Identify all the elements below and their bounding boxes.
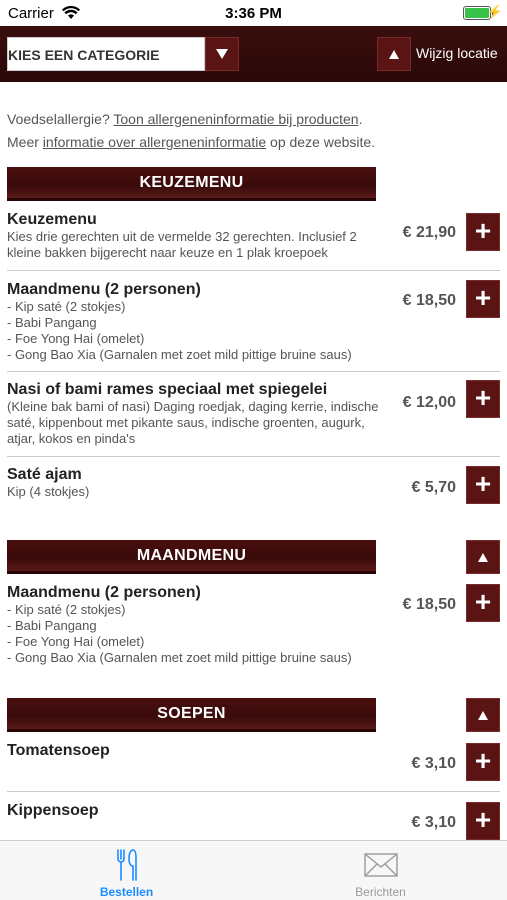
- menu-item: Maandmenu (2 personen) - Kip saté (2 sto…: [7, 583, 500, 669]
- menu-item: Keuzemenu Kies drie gerechten uit de ver…: [7, 210, 500, 268]
- section-header-maandmenu[interactable]: MAANDMENU: [7, 540, 376, 574]
- allergy-info-line1: Voedselallergie? Toon allergeneninformat…: [7, 111, 362, 127]
- tab-label: Berichten: [355, 885, 406, 899]
- item-description-line: - Kip saté (2 stokjes): [7, 602, 126, 617]
- tab-bestellen[interactable]: Bestellen: [0, 841, 253, 900]
- tab-label: Bestellen: [99, 885, 154, 899]
- status-bar: Carrier 3:36 PM ⚡: [0, 0, 507, 26]
- section-title: MAANDMENU: [136, 546, 247, 564]
- show-allergen-info-link[interactable]: Toon allergeneninformatie bij producten: [113, 111, 358, 127]
- chevron-down-icon: [216, 49, 228, 59]
- divider: [7, 456, 500, 457]
- collapse-section-button[interactable]: [466, 698, 500, 732]
- item-description: Kip (4 stokjes): [7, 484, 90, 499]
- chevron-up-icon: [478, 710, 488, 720]
- divider: [7, 270, 500, 271]
- tab-bar: Bestellen Berichten: [0, 840, 507, 900]
- section-header-keuzemenu[interactable]: KEUZEMENU: [7, 167, 376, 201]
- clock: 3:36 PM: [225, 5, 282, 22]
- item-price: € 18,50: [402, 292, 456, 309]
- item-price: € 18,50: [402, 596, 456, 613]
- add-to-cart-button[interactable]: +: [466, 584, 500, 622]
- envelope-icon: [363, 853, 398, 877]
- category-select-label: KIES EEN CATEGORIE: [8, 47, 160, 63]
- fork-knife-icon: [116, 849, 137, 881]
- section-title: SOEPEN: [157, 704, 226, 722]
- divider: [7, 371, 500, 372]
- item-description-line: - Gong Bao Xia (Garnalen met zoet mild p…: [7, 650, 352, 665]
- item-description: (Kleine bak bami of nasi) Daging roedjak…: [7, 399, 379, 446]
- chevron-up-icon: [389, 49, 399, 59]
- allergy-line2-end: op deze website.: [270, 134, 376, 150]
- collapse-section-button[interactable]: [466, 540, 500, 574]
- category-dropdown-button[interactable]: [205, 37, 239, 71]
- item-price: € 12,00: [402, 394, 456, 411]
- item-description-line: - Foe Yong Hai (omelet): [7, 634, 145, 649]
- item-description: Kies drie gerechten uit de vermelde 32 g…: [7, 229, 357, 260]
- item-price: € 5,70: [411, 479, 456, 496]
- allergy-more-label: Meer: [7, 134, 39, 150]
- allergy-line1-end: .: [358, 111, 363, 127]
- menu-item: Kippensoep € 3,10 +: [7, 801, 500, 840]
- top-bar: KIES EEN CATEGORIE Wijzig locatie: [0, 26, 507, 82]
- add-to-cart-button[interactable]: +: [466, 213, 500, 251]
- tab-berichten[interactable]: Berichten: [254, 841, 507, 900]
- add-to-cart-button[interactable]: +: [466, 380, 500, 418]
- charging-icon: ⚡: [486, 4, 503, 19]
- section-title: KEUZEMENU: [139, 173, 244, 191]
- allergy-question: Voedselallergie?: [7, 111, 110, 127]
- menu-item: Nasi of bami rames speciaal met spiegele…: [7, 380, 500, 452]
- add-to-cart-button[interactable]: +: [466, 280, 500, 318]
- add-to-cart-button[interactable]: +: [466, 802, 500, 840]
- item-description-line: - Kip saté (2 stokjes): [7, 299, 126, 314]
- category-select[interactable]: KIES EEN CATEGORIE: [7, 37, 205, 71]
- item-description-line: - Babi Pangang: [7, 618, 97, 633]
- item-price: € 21,90: [402, 224, 456, 241]
- menu-item: Maandmenu (2 personen) - Kip saté (2 sto…: [7, 280, 500, 366]
- add-to-cart-button[interactable]: +: [466, 743, 500, 781]
- item-description-line: - Babi Pangang: [7, 315, 97, 330]
- change-location-button[interactable]: [377, 37, 411, 71]
- item-description-line: - Foe Yong Hai (omelet): [7, 331, 145, 346]
- allergen-info-website-link[interactable]: informatie over allergeneninformatie: [43, 134, 266, 150]
- item-price: € 3,10: [411, 755, 456, 772]
- add-to-cart-button[interactable]: +: [466, 466, 500, 504]
- menu-item: Saté ajam Kip (4 stokjes) € 5,70 +: [7, 465, 500, 505]
- divider: [7, 791, 500, 792]
- item-price: € 3,10: [411, 814, 456, 831]
- item-description-line: - Gong Bao Xia (Garnalen met zoet mild p…: [7, 347, 352, 362]
- change-location-label[interactable]: Wijzig locatie: [416, 45, 498, 61]
- menu-item: Tomatensoep € 3,10 +: [7, 741, 500, 785]
- section-header-soepen[interactable]: SOEPEN: [7, 698, 376, 732]
- chevron-up-icon: [478, 552, 488, 562]
- allergy-info-line2: Meer informatie over allergeneninformati…: [7, 134, 375, 150]
